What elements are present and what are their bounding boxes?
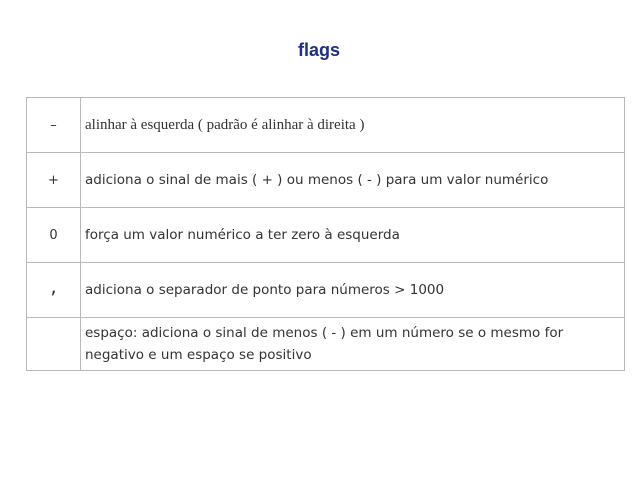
flag-cell: 0 <box>26 207 81 263</box>
description-cell: espaço: adiciona o sinal de menos ( - ) … <box>80 317 625 371</box>
table-row: espaço: adiciona o sinal de menos ( - ) … <box>26 317 625 371</box>
slide-title: flags <box>297 40 340 60</box>
flag-cell: + <box>26 152 81 208</box>
flags-table: – alinhar à esquerda ( padrão é alinhar … <box>26 97 625 371</box>
description-cell: alinhar à esquerda ( padrão é alinhar à … <box>80 97 625 153</box>
table-row: – alinhar à esquerda ( padrão é alinhar … <box>26 97 625 153</box>
table-row: 0 força um valor numérico a ter zero à e… <box>26 207 625 263</box>
description-cell: adiciona o separador de ponto para númer… <box>80 262 625 318</box>
flag-cell: – <box>26 97 81 153</box>
flag-cell: , <box>26 262 81 318</box>
flag-comma: , <box>50 274 57 298</box>
table-row: , adiciona o separador de ponto para núm… <box>26 262 625 318</box>
flag-cell <box>26 317 81 371</box>
description-cell: adiciona o sinal de mais ( + ) ou menos … <box>80 152 625 208</box>
table-row: + adiciona o sinal de mais ( + ) ou meno… <box>26 152 625 208</box>
description-cell: força um valor numérico a ter zero à esq… <box>80 207 625 263</box>
